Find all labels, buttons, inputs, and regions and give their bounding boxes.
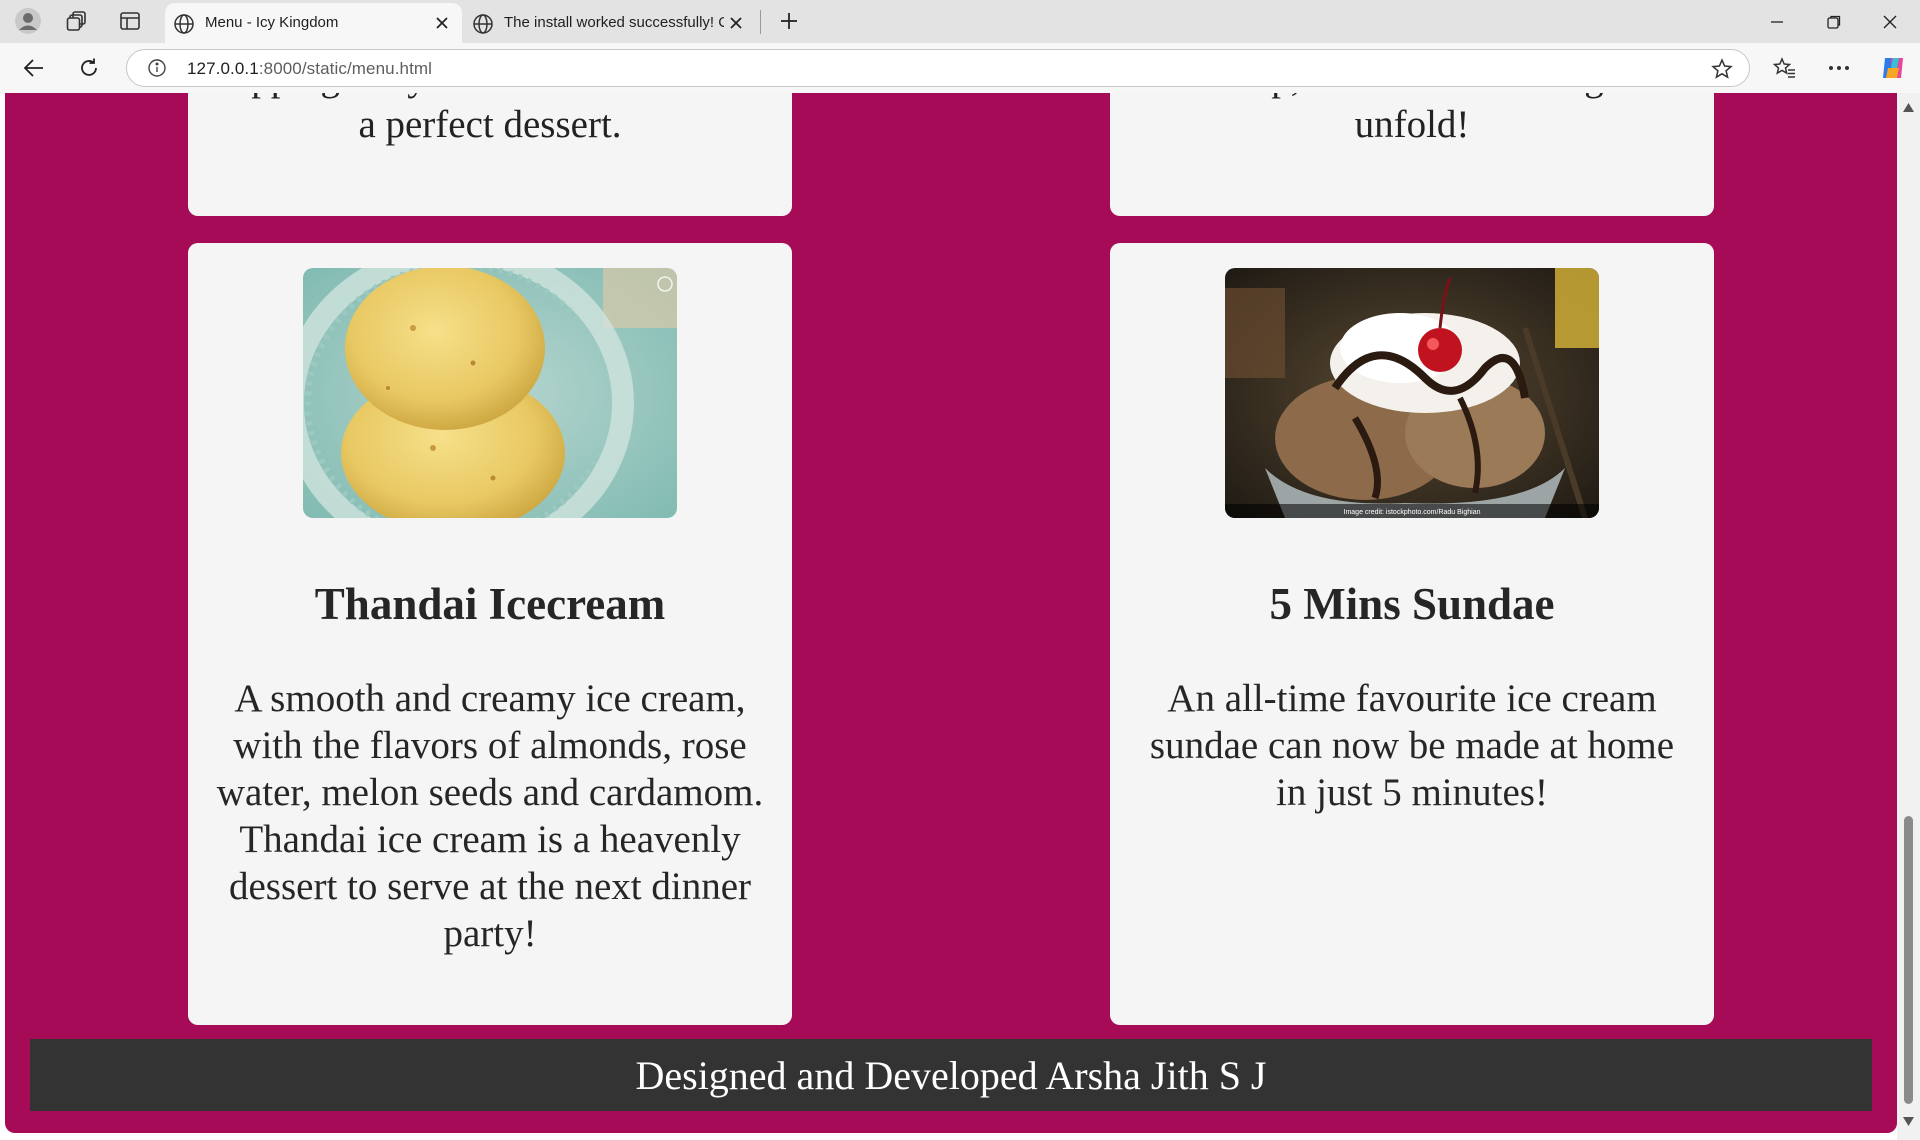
- minimize-window-button[interactable]: [1749, 0, 1805, 43]
- globe-icon: [173, 13, 195, 39]
- tab-separator: [760, 10, 761, 34]
- menu-card-thandai-icecream: Thandai Icecream A smooth and creamy ice…: [188, 243, 792, 1025]
- new-tab-button[interactable]: [772, 5, 806, 37]
- footer-credit-text: Designed and Developed Arsha Jith S J: [635, 1052, 1267, 1098]
- card-description-last-line: unfold!: [1354, 103, 1470, 146]
- page-viewport: toppings of your choice and create a per…: [0, 93, 1920, 1140]
- favorites-icon[interactable]: [1766, 50, 1804, 86]
- more-options-icon[interactable]: [1820, 50, 1858, 86]
- chocolate-sundae-photo: Image credit: istockphoto.com/Radu Bighi…: [1225, 268, 1599, 518]
- menu-card-top-right: on top, and watch the magic unfold!: [1110, 93, 1714, 216]
- card-description-last-line: a perfect dessert.: [358, 103, 622, 146]
- back-button[interactable]: [15, 50, 53, 86]
- menu-item-title: 5 Mins Sundae: [1269, 579, 1555, 629]
- card-description-clipped-line: toppings of your choice and create: [188, 93, 792, 101]
- url-path: :8000/static/menu.html: [258, 59, 433, 78]
- menu-card-top-left: toppings of your choice and create a per…: [188, 93, 792, 216]
- close-tab-icon[interactable]: [432, 13, 452, 33]
- workspaces-icon[interactable]: [57, 5, 97, 37]
- url-host: 127.0.0.1: [187, 59, 259, 78]
- browser-toolbar: 127.0.0.1:8000/static/menu.html: [0, 43, 1920, 93]
- scroll-up-arrow-icon[interactable]: [1902, 101, 1915, 114]
- menu-item-description: A smooth and creamy ice cream, with the …: [216, 677, 764, 955]
- tab-title: The install worked successfully! Co: [504, 14, 724, 31]
- menu-item-description: An all-time favourite ice cream sundae c…: [1149, 677, 1675, 814]
- site-info-icon[interactable]: [147, 58, 167, 78]
- thandai-ice-cream-photo: [303, 268, 677, 518]
- scroll-down-arrow-icon[interactable]: [1902, 1115, 1915, 1128]
- menu-card-5-mins-sundae: Image credit: istockphoto.com/Radu Bighi…: [1110, 243, 1714, 1025]
- card-description-clipped-line: on top, and watch the magic: [1110, 93, 1714, 101]
- copilot-icon[interactable]: [1874, 50, 1912, 86]
- menu-page: toppings of your choice and create a per…: [5, 93, 1897, 1133]
- page-footer: Designed and Developed Arsha Jith S J: [30, 1039, 1872, 1111]
- vertical-scrollbar[interactable]: [1897, 93, 1920, 1140]
- close-tab-icon[interactable]: [726, 13, 746, 33]
- menu-item-title: Thandai Icecream: [314, 579, 666, 629]
- address-bar[interactable]: 127.0.0.1:8000/static/menu.html: [126, 49, 1750, 87]
- vertical-tabs-icon[interactable]: [110, 5, 150, 37]
- scrollbar-thumb[interactable]: [1904, 816, 1913, 1104]
- restore-window-button[interactable]: [1806, 0, 1862, 43]
- tab-title: Menu - Icy Kingdom: [205, 14, 339, 31]
- close-window-button[interactable]: [1862, 0, 1918, 43]
- tab-menu-icy-kingdom[interactable]: Menu - Icy Kingdom: [165, 3, 462, 43]
- reload-button[interactable]: [70, 50, 108, 86]
- browser-tab-bar: Menu - Icy Kingdom The install worked su…: [0, 0, 1920, 43]
- globe-icon: [472, 13, 494, 39]
- favorite-star-icon[interactable]: [1711, 58, 1733, 80]
- profile-icon[interactable]: [8, 5, 48, 37]
- tab-install-worked[interactable]: The install worked successfully! Co: [466, 3, 756, 43]
- url-text: 127.0.0.1:8000/static/menu.html: [187, 59, 432, 79]
- image-credit-text: Image credit: istockphoto.com/Radu Bighi…: [1344, 509, 1481, 516]
